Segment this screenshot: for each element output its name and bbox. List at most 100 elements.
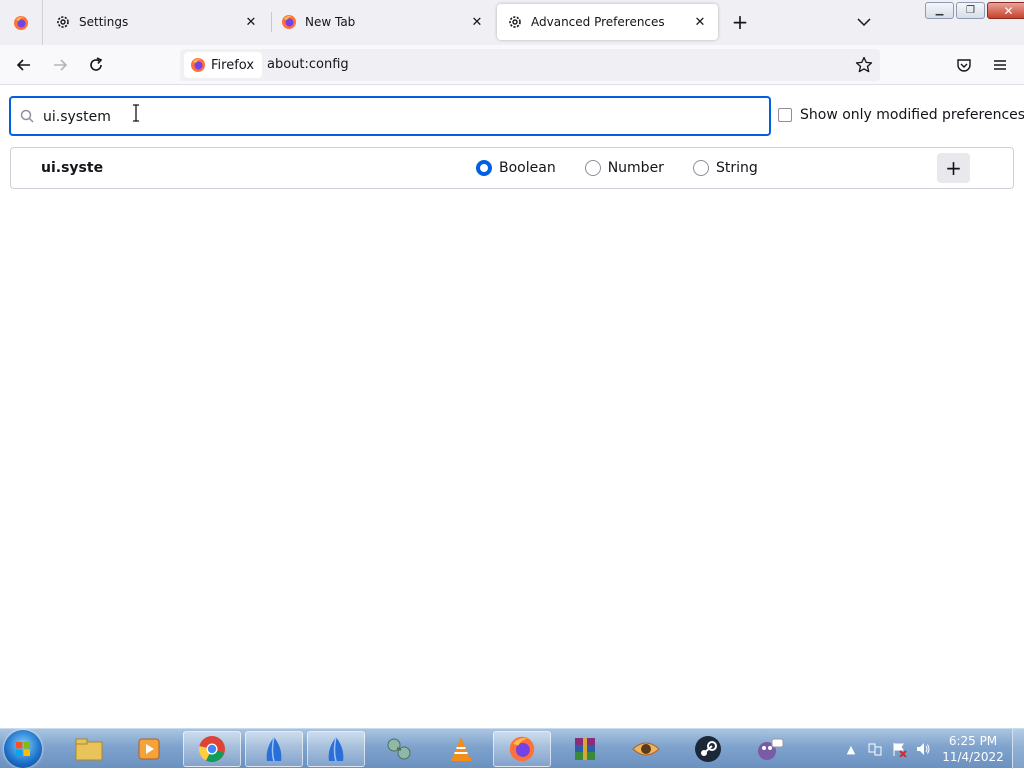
- hamburger-menu-icon: [994, 60, 1006, 70]
- winrar-icon: [575, 738, 595, 760]
- show-modified-checkbox[interactable]: [778, 108, 792, 122]
- minimize-button[interactable]: ▁: [925, 2, 954, 19]
- taskbar-vlc[interactable]: [432, 731, 490, 767]
- start-button[interactable]: [4, 730, 42, 768]
- chevron-down-icon: [857, 18, 871, 27]
- clock-date: 11/4/2022: [942, 750, 1004, 764]
- menu-button[interactable]: [988, 53, 1012, 77]
- new-preference-name: ui.syste: [41, 160, 104, 176]
- gear-icon: [57, 16, 69, 28]
- taskbar-winrar[interactable]: [556, 731, 614, 767]
- show-modified-toggle[interactable]: Show only modified preferences: [778, 107, 1024, 123]
- network-icon: [868, 743, 882, 756]
- new-tab-button[interactable]: +: [728, 10, 752, 34]
- close-window-button[interactable]: ✕: [987, 2, 1024, 19]
- windows-logo-icon: [16, 742, 30, 756]
- radio-number[interactable]: [584, 160, 601, 176]
- radio-string[interactable]: [692, 160, 709, 176]
- plus-icon: +: [731, 10, 749, 34]
- taskbar-media-player[interactable]: [120, 731, 178, 767]
- pinned-tab-firefox[interactable]: [0, 0, 43, 45]
- taskbar-steam[interactable]: [679, 731, 737, 767]
- text-cursor-icon: [133, 104, 139, 122]
- app-sail-icon: [328, 736, 344, 762]
- pocket-button[interactable]: [952, 53, 976, 77]
- close-icon[interactable]: ✕: [469, 14, 485, 30]
- restore-icon: ❐: [966, 5, 975, 16]
- taskbar-chrome[interactable]: [183, 731, 241, 767]
- chevron-up-icon: ▲: [846, 742, 856, 756]
- show-hidden-icons-button[interactable]: ▲: [842, 740, 860, 758]
- identity-label: Firefox: [211, 57, 255, 73]
- taskbar-firefox[interactable]: [493, 731, 551, 767]
- taskbar-app-sail-2[interactable]: [307, 731, 365, 767]
- search-icon: [20, 109, 34, 123]
- tab-strip: Settings ✕ New Tab ✕ Advanced Preference…: [0, 0, 1024, 45]
- bookmark-star-button[interactable]: [852, 53, 876, 77]
- tab-new-tab[interactable]: New Tab ✕: [271, 4, 495, 40]
- firefox-icon: [191, 58, 205, 72]
- tray-network-button[interactable]: [866, 740, 884, 758]
- taskbar-file-explorer[interactable]: [60, 731, 118, 767]
- firefox-icon: [282, 15, 296, 29]
- tab-title: Settings: [79, 15, 129, 29]
- chat-bird-icon: [758, 738, 784, 760]
- url-text[interactable]: about:config: [267, 57, 349, 72]
- forward-button[interactable]: [48, 53, 72, 77]
- pocket-icon: [957, 59, 971, 72]
- firefox-icon: [14, 15, 28, 30]
- new-preference-row: ui.syste Boolean Number String +: [10, 147, 1014, 189]
- reload-button[interactable]: [84, 53, 108, 77]
- preference-search-box[interactable]: [9, 96, 771, 136]
- back-button[interactable]: [12, 53, 36, 77]
- taskbar-clock[interactable]: 6:25 PM 11/4/2022: [938, 733, 1008, 765]
- identity-box[interactable]: Firefox: [184, 52, 263, 78]
- list-all-tabs-button[interactable]: [852, 10, 876, 34]
- navigation-toolbar: Firefox about:config: [0, 45, 1024, 85]
- steam-icon: [695, 736, 721, 762]
- restore-button[interactable]: ❐: [956, 2, 985, 19]
- vlc-icon: [451, 737, 471, 761]
- close-icon[interactable]: ✕: [692, 14, 708, 30]
- show-modified-label: Show only modified preferences: [800, 107, 1024, 123]
- url-bar[interactable]: Firefox about:config: [180, 49, 880, 81]
- taskbar-chat-app[interactable]: [740, 731, 798, 767]
- tray-flag-button[interactable]: [890, 740, 908, 758]
- radio-label: String: [715, 160, 758, 176]
- taskbar-network-tool[interactable]: [370, 731, 428, 767]
- chrome-icon: [198, 736, 225, 762]
- reload-icon: [90, 57, 103, 71]
- taskbar-eye-app[interactable]: [617, 731, 675, 767]
- tab-advanced-preferences[interactable]: Advanced Preferences ✕: [497, 4, 718, 40]
- search-input[interactable]: [41, 104, 745, 130]
- add-preference-button[interactable]: +: [937, 153, 970, 183]
- close-icon: ✕: [1003, 3, 1014, 18]
- plus-icon: +: [945, 156, 962, 180]
- radio-label: Number: [607, 160, 664, 176]
- type-option-boolean[interactable]: Boolean: [476, 160, 556, 176]
- close-icon[interactable]: ✕: [243, 14, 259, 30]
- firefox-icon: [509, 736, 535, 762]
- tab-settings[interactable]: Settings ✕: [45, 4, 269, 40]
- show-desktop-button[interactable]: [1012, 729, 1024, 769]
- gear-icon: [509, 16, 521, 28]
- star-icon: [855, 56, 873, 73]
- preference-type-radio-group: Boolean Number String: [476, 160, 787, 176]
- type-option-string[interactable]: String: [692, 160, 758, 176]
- tray-volume-button[interactable]: [914, 740, 932, 758]
- clock-time: 6:25 PM: [948, 734, 998, 748]
- media-player-icon: [138, 738, 160, 760]
- system-tray: ▲: [842, 729, 938, 769]
- type-option-number[interactable]: Number: [584, 160, 664, 176]
- taskbar: ▲ 6:25 PM 11/4/2022: [0, 728, 1024, 769]
- eye-app-icon: [632, 742, 660, 756]
- radio-label: Boolean: [499, 160, 556, 176]
- radio-boolean[interactable]: [476, 160, 492, 176]
- speaker-icon: [917, 743, 930, 755]
- app-sail-icon: [266, 736, 282, 762]
- minimize-icon: ▁: [935, 5, 944, 16]
- back-arrow-icon: [16, 59, 30, 71]
- window-controls: ▁ ❐ ✕: [925, 2, 1024, 19]
- forward-arrow-icon: [54, 59, 68, 71]
- taskbar-app-sail-1[interactable]: [245, 731, 303, 767]
